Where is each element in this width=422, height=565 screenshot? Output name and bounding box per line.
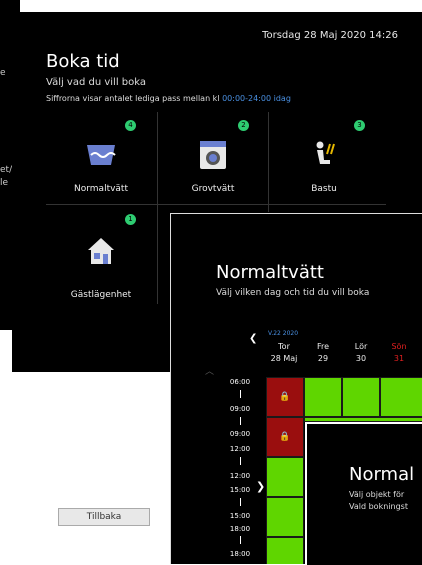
time-tick bbox=[240, 457, 241, 465]
time-label: 18:00 bbox=[229, 525, 251, 533]
tile-gastlagenhet[interactable]: 1 Gästlägenhet bbox=[45, 212, 157, 304]
page-title: Normal bbox=[349, 464, 415, 485]
time-label: 06:00 bbox=[229, 378, 251, 386]
week-label: V.22 2020 bbox=[268, 330, 299, 337]
slot-booked[interactable]: 🔒 bbox=[266, 377, 304, 417]
washing-machine-icon bbox=[157, 138, 269, 172]
time-label: 12:00 bbox=[229, 445, 251, 453]
tile-label: Grovtvätt bbox=[191, 184, 235, 194]
day-date: 28 Maj bbox=[270, 354, 298, 363]
availability-info: Siffrorna visar antalet lediga pass mell… bbox=[46, 94, 291, 103]
page-title: Normaltvätt bbox=[216, 262, 324, 283]
sauna-icon bbox=[268, 138, 380, 172]
back-button[interactable]: Tillbaka bbox=[58, 508, 150, 526]
lock-icon: 🔒 bbox=[279, 432, 291, 442]
day-header[interactable]: Sön 31 bbox=[381, 341, 417, 365]
day-name: Fre bbox=[316, 342, 330, 351]
day-date: 31 bbox=[393, 354, 405, 363]
page-subtitle: Välj vad du vill boka bbox=[46, 77, 147, 88]
day-name: Sön bbox=[391, 342, 407, 351]
day-header[interactable]: Lör 30 bbox=[343, 341, 379, 365]
availability-badge: 1 bbox=[125, 214, 136, 225]
slot-free[interactable] bbox=[266, 457, 304, 497]
time-label: 18:00 bbox=[229, 550, 251, 558]
house-icon bbox=[45, 234, 157, 268]
time-label: 09:00 bbox=[229, 430, 251, 438]
object-screen: Normal Välj objekt för Vald bokningst bbox=[305, 422, 422, 565]
time-label: 15:00 bbox=[229, 486, 251, 494]
lock-icon: 🔒 bbox=[279, 392, 291, 402]
day-date: 30 bbox=[355, 354, 367, 363]
page-subtitle: Välj objekt för bbox=[349, 490, 405, 499]
slot-booked[interactable]: 🔒 bbox=[266, 417, 304, 457]
tile-normaltvatt[interactable]: 4 Normaltvätt bbox=[45, 112, 157, 204]
tile-label: Bastu bbox=[311, 184, 337, 194]
slot-free[interactable] bbox=[266, 537, 304, 564]
time-tick bbox=[240, 390, 241, 398]
text-fragment: et/ bbox=[0, 165, 13, 175]
day-name: Lör bbox=[354, 342, 368, 351]
slot-free[interactable] bbox=[304, 377, 342, 417]
text-fragment: le bbox=[0, 178, 9, 188]
washing-icon bbox=[45, 138, 157, 172]
page-title: Boka tid bbox=[46, 51, 120, 72]
time-label: 15:00 bbox=[229, 512, 251, 520]
chevron-left-icon[interactable]: ❮ bbox=[249, 333, 257, 344]
datetime: Torsdag 28 Maj 2020 14:26 bbox=[262, 30, 398, 41]
time-tick bbox=[240, 536, 241, 544]
tile-grovtvatt[interactable]: 2 Grovtvätt bbox=[157, 112, 269, 204]
availability-info-text: Siffrorna visar antalet lediga pass mell… bbox=[46, 94, 223, 103]
day-header[interactable]: Fre 29 bbox=[305, 341, 341, 365]
grid-divider bbox=[46, 204, 386, 205]
availability-badge: 3 bbox=[354, 120, 365, 131]
availability-badge: 4 bbox=[125, 120, 136, 131]
slot-free[interactable] bbox=[380, 377, 422, 417]
chevron-right-icon[interactable]: ❯ bbox=[256, 480, 265, 493]
page-subtitle: Välj vilken dag och tid du vill boka bbox=[216, 288, 370, 298]
slot-free[interactable] bbox=[342, 377, 380, 417]
day-name: Tor bbox=[278, 342, 290, 351]
time-tick bbox=[240, 498, 241, 506]
text-fragment: e bbox=[0, 68, 6, 78]
time-label: 12:00 bbox=[229, 472, 251, 480]
tile-label: Normaltvätt bbox=[74, 184, 128, 194]
tile-bastu[interactable]: 3 Bastu bbox=[268, 112, 380, 204]
tile-label: Gästlägenhet bbox=[70, 290, 132, 300]
time-tick bbox=[240, 417, 241, 425]
availability-badge: 2 bbox=[238, 120, 249, 131]
time-label: 09:00 bbox=[229, 405, 251, 413]
day-header[interactable]: Tor 28 Maj bbox=[266, 341, 302, 365]
selected-booking-text: Vald bokningst bbox=[349, 502, 408, 511]
day-date: 29 bbox=[317, 354, 329, 363]
slot-free[interactable] bbox=[266, 497, 304, 537]
availability-time-range: 00:00-24:00 idag bbox=[222, 94, 291, 103]
chevron-up-icon[interactable]: ︿ bbox=[205, 364, 214, 377]
